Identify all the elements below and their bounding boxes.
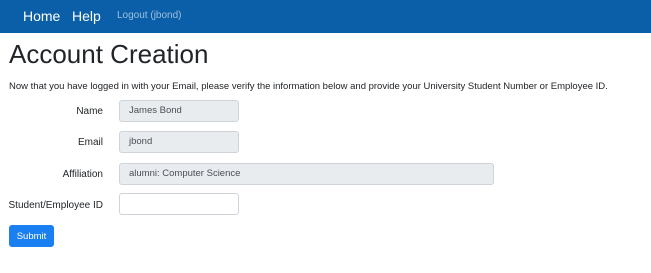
student-id-label: Student/Employee ID — [8, 200, 104, 211]
name-label: Name — [76, 106, 103, 117]
submit-button[interactable]: Submit — [9, 225, 54, 247]
affiliation-label: Affiliation — [62, 169, 103, 180]
intro-text: Now that you have logged in with your Em… — [9, 81, 608, 92]
nav-home-link[interactable]: Home — [23, 8, 60, 24]
nav-logout-link[interactable]: Logout (jbond) — [117, 10, 182, 21]
top-navbar: Home Help Logout (jbond) — [0, 0, 651, 33]
name-field: James Bond — [119, 100, 239, 122]
affiliation-field: alumni: Computer Science — [119, 163, 494, 185]
email-field: jbond — [119, 131, 239, 153]
student-id-input[interactable] — [119, 193, 239, 215]
email-label: Email — [77, 137, 103, 148]
nav-help-link[interactable]: Help — [72, 8, 101, 24]
page-title: Account Creation — [9, 39, 209, 69]
